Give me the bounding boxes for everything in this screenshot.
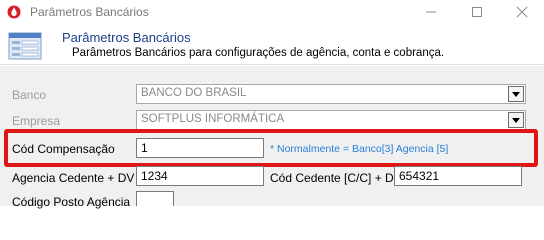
empresa-select[interactable]: SOFTPLUS INFORMÁTICA: [136, 110, 526, 130]
cod-cedente-input[interactable]: 654321: [394, 166, 522, 186]
highlight-box: [4, 129, 538, 167]
banco-label: Banco: [12, 88, 47, 102]
codigo-posto-agencia-label: Código Posto Agência: [12, 195, 131, 209]
title-bar: Parâmetros Bancários: [0, 0, 544, 24]
cod-cedente-value: 654321: [399, 169, 440, 183]
agencia-cedente-input[interactable]: 1234: [136, 166, 264, 186]
maximize-button[interactable]: [454, 0, 500, 24]
close-button[interactable]: [500, 0, 544, 24]
close-icon: [516, 6, 528, 18]
banco-select[interactable]: BANCO DO BRASIL: [136, 84, 526, 104]
empresa-value: SOFTPLUS INFORMÁTICA: [141, 113, 285, 125]
cod-cedente-label: Cód Cedente [C/C] + DV: [270, 171, 402, 185]
agencia-cedente-label: Agencia Cedente + DV: [12, 171, 135, 185]
codigo-posto-agencia-input[interactable]: [136, 191, 174, 206]
minimize-button[interactable]: [408, 0, 454, 24]
minimize-icon: [426, 11, 436, 13]
banco-value: BANCO DO BRASIL: [141, 87, 247, 99]
empresa-label: Empresa: [12, 114, 61, 128]
chevron-down-icon[interactable]: [508, 86, 524, 102]
form-header: Parâmetros Bancários Parâmetros Bancário…: [0, 24, 544, 65]
agencia-cedente-value: 1234: [141, 169, 168, 183]
chevron-down-icon[interactable]: [508, 112, 524, 128]
app-drop-icon: [7, 5, 21, 19]
maximize-icon: [472, 7, 482, 17]
window-title: Parâmetros Bancários: [30, 5, 149, 19]
header-subtitle: Parâmetros Bancários para configurações …: [72, 47, 445, 59]
header-title: Parâmetros Bancários: [62, 30, 191, 45]
form-window-icon: [8, 32, 42, 60]
